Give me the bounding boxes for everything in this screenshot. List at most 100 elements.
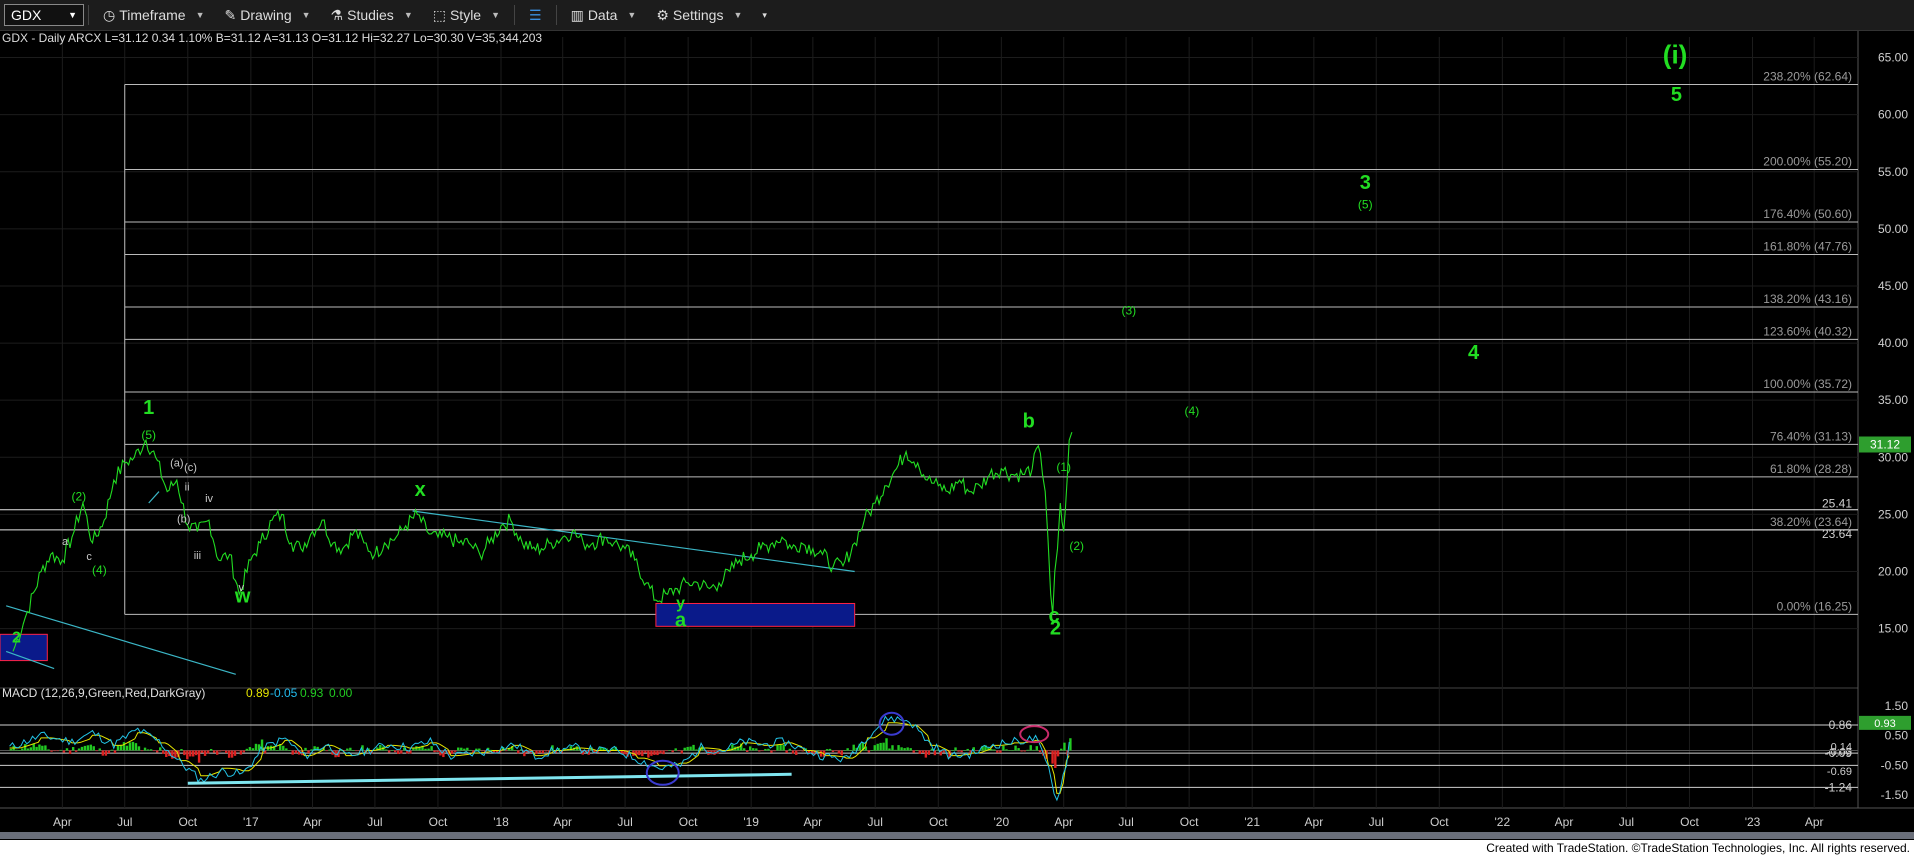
macd-histogram-bar [113,750,117,754]
macd-histogram-bar [194,750,198,756]
macd-tick-label: 0.50 [1885,729,1909,743]
macd-histogram-bar [668,750,671,751]
macd-histogram-bar [212,750,216,753]
macd-histogram-bar [1069,738,1072,751]
fib-level-label: 76.40% (31.13) [1770,429,1852,443]
macd-histogram-bar [110,749,114,751]
horizontal-scrollbar[interactable] [0,832,1914,839]
wave-label: a [675,609,687,631]
macd-histogram-bar [95,750,98,752]
current-price-label: 31.12 [1870,437,1900,451]
macd-histogram-bar [782,744,785,751]
macd-histogram-bar [885,738,888,751]
macd-histogram-bar [662,750,665,755]
macd-histogram-bar [53,750,56,752]
macd-histogram-bar [310,749,313,751]
wave-label: a [62,536,69,548]
macd-histogram-bar [183,750,186,756]
macd-histogram-bar [424,748,427,751]
macd-histogram-bar [653,750,656,755]
macd-histogram-bar [200,750,204,753]
price-tick-label: 40.00 [1878,336,1908,350]
macd-histogram-bar [245,748,249,751]
macd-histogram-bar [254,743,258,751]
macd-histogram-bar [149,749,153,751]
fib-level-label: 238.20% (62.64) [1763,70,1852,84]
price-tick-label: 15.00 [1878,622,1908,636]
macd-histogram-bar [134,743,138,751]
macd-histogram-bar [671,750,674,753]
macd-histogram-bar [98,748,101,751]
macd-histogram-bar [1060,748,1063,751]
macd-histogram-bar [828,748,832,751]
macd-histogram-bar [1032,749,1035,751]
price-tick-label: 35.00 [1878,393,1908,407]
macd-histogram-bar [400,750,403,754]
macd-histogram-bar [801,750,804,752]
x-tick-label: '18 [493,815,509,829]
macd-histogram-bar [242,750,246,753]
macd-histogram-bar [222,750,225,752]
macd-histogram-bar [86,745,90,751]
macd-histogram-bar [433,750,436,753]
macd-histogram-bar [909,748,912,751]
macd-histogram-bar [230,750,234,758]
macd-histogram-bar [349,747,352,751]
macd-histogram-bar [65,748,69,751]
macd-histogram-bar [159,747,162,751]
macd-histogram-bar [346,748,349,751]
macd-histogram-bar [285,748,288,751]
macd-histogram-bar [224,750,228,754]
macd-histogram-bar [162,750,165,754]
x-tick-label: Apr [53,815,72,829]
macd-histogram-bar [535,750,538,754]
macd-histogram-bar [779,744,782,751]
macd-histogram-bar [89,744,92,751]
fib-level-label: 100.00% (35.72) [1763,377,1852,391]
macd-histogram-bar [677,750,680,752]
macd-histogram-bar [773,750,776,752]
macd-histogram-bar [1038,750,1042,753]
x-tick-label: '23 [1745,815,1761,829]
wave-label: 1 [143,397,154,419]
macd-histogram-bar [436,750,439,752]
macd-histogram-bar [140,750,144,752]
wave-label: (a) [170,457,183,469]
macd-histogram-bar [68,750,72,754]
macd-histogram-bar [966,748,969,751]
macd-histogram-bar [107,750,111,754]
macd-histogram-bar [59,749,63,751]
macd-histogram-bar [215,750,219,755]
footer: Created with TradeStation. ©TradeStation… [0,840,1914,856]
wave-label: iv [205,493,213,505]
macd-histogram-bar [143,747,147,751]
x-tick-label: Oct [429,815,448,829]
macd-histogram-bar [101,750,105,756]
macd-histogram-bar [192,750,195,757]
wave-label: 5 [1671,84,1682,106]
macd-histogram-bar [62,750,66,753]
macd-histogram-bar [1048,750,1052,752]
wave-label: (4) [1185,404,1200,418]
macd-histogram-bar [544,750,548,752]
macd-histogram-bar [906,747,909,751]
x-tick-label: Apr [303,815,322,829]
chart-canvas[interactable]: Apr Jul Oct '17 Apr Jul Oct '18 Apr Jul Oct '19 Apr J… [0,0,1914,856]
macd-histogram-bar [77,748,81,751]
macd-histogram-bar [219,750,222,752]
macd-histogram-bar [776,744,779,751]
macd-histogram-bar [83,745,87,751]
x-tick-label: Apr [553,815,572,829]
macd-histogram-bar [355,750,358,752]
macd-histogram-bar [924,750,928,758]
macd-histogram-bar [785,750,788,753]
macd-histogram-bar [665,750,668,752]
macd-histogram-bar [206,750,210,754]
macd-histogram-bar [918,750,922,754]
macd-histogram-bar [900,747,903,751]
fib-level-label: 138.20% (43.16) [1763,292,1852,306]
macd-histogram-bar [538,750,541,753]
macd-histogram-bar [749,746,752,751]
macd-histogram-bar [203,750,207,756]
macd-histogram-bar [50,750,53,752]
